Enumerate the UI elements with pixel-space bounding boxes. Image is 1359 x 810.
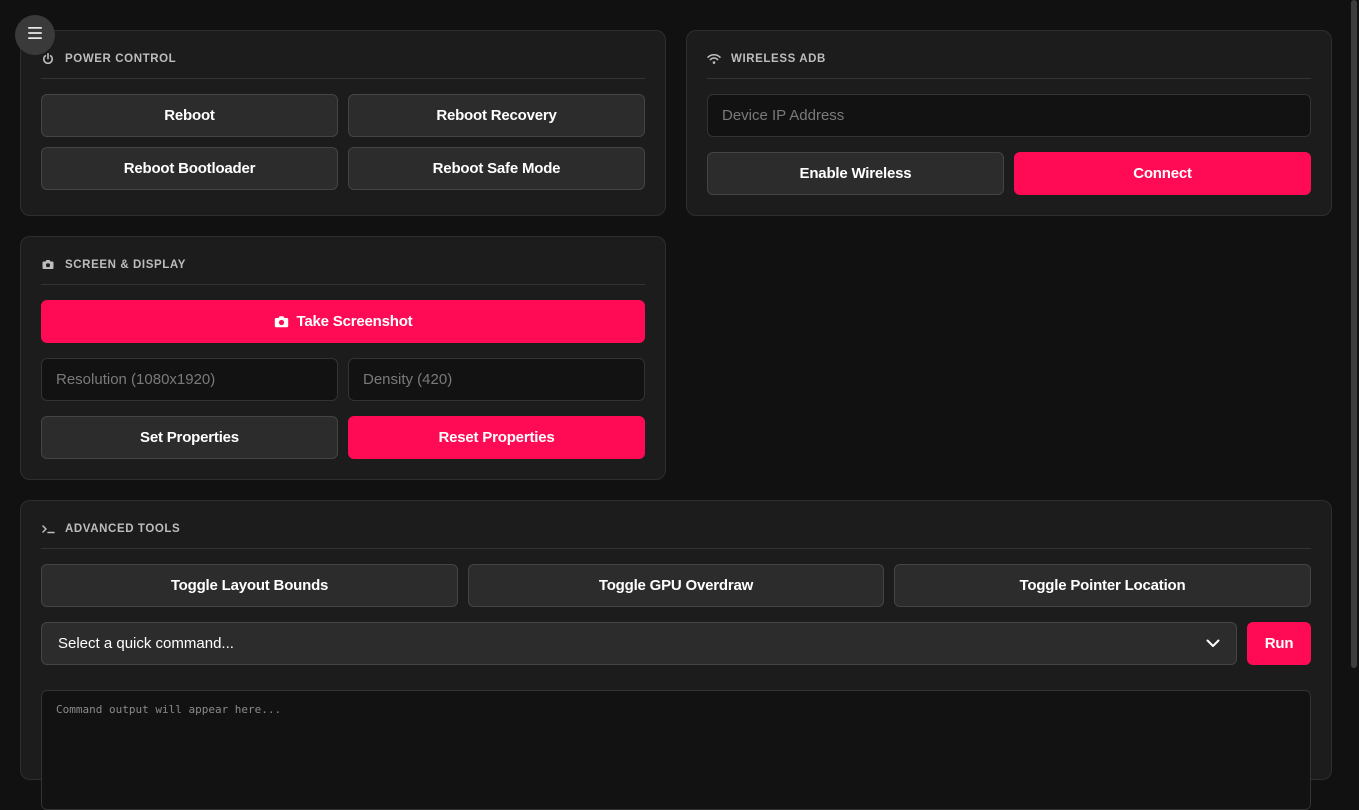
chevron-down-icon xyxy=(1206,639,1220,648)
run-label: Run xyxy=(1264,635,1294,652)
wifi-icon xyxy=(707,52,721,66)
terminal-icon xyxy=(41,522,55,536)
quick-command-select[interactable]: Select a quick command... xyxy=(41,622,1237,665)
resolution-input[interactable] xyxy=(41,358,338,401)
reset-properties-label: Reset Properties xyxy=(438,429,555,446)
advanced-tools-header: Advanced Tools xyxy=(41,501,1311,549)
reboot-recovery-label: Reboot Recovery xyxy=(436,107,557,124)
reboot-bootloader-button[interactable]: Reboot Bootloader xyxy=(41,147,338,190)
toggle-layout-bounds-label: Toggle Layout Bounds xyxy=(170,577,329,594)
toggle-pointer-location-button[interactable]: Toggle Pointer Location xyxy=(894,564,1311,607)
power-control-title: Power Control xyxy=(65,52,177,65)
reboot-label: Reboot xyxy=(164,107,215,124)
power-control-card: Power Control Reboot Reboot Recovery Reb… xyxy=(20,30,666,216)
enable-wireless-button[interactable]: Enable Wireless xyxy=(707,152,1004,195)
toggle-gpu-overdraw-label: Toggle GPU Overdraw xyxy=(598,577,754,594)
run-button[interactable]: Run xyxy=(1247,622,1311,665)
camera-icon xyxy=(41,258,55,272)
toggle-gpu-overdraw-button[interactable]: Toggle GPU Overdraw xyxy=(468,564,884,607)
power-control-header: Power Control xyxy=(41,31,645,79)
reboot-button[interactable]: Reboot xyxy=(41,94,338,137)
screen-display-header: Screen & Display xyxy=(41,237,645,285)
enable-wireless-label: Enable Wireless xyxy=(799,165,912,182)
command-output-placeholder: Command output will appear here... xyxy=(56,703,282,716)
wireless-adb-header: Wireless ADB xyxy=(707,31,1311,79)
menu-button[interactable] xyxy=(15,15,55,55)
density-input[interactable] xyxy=(348,358,645,401)
advanced-tools-card: Advanced Tools Toggle Layout Bounds Togg… xyxy=(20,500,1332,810)
reboot-safe-mode-label: Reboot Safe Mode xyxy=(432,160,561,177)
set-properties-label: Set Properties xyxy=(140,429,239,446)
command-output[interactable]: Command output will appear here... xyxy=(41,690,1311,810)
take-screenshot-button[interactable]: Take Screenshot xyxy=(41,300,645,343)
set-properties-button[interactable]: Set Properties xyxy=(41,416,338,459)
reboot-bootloader-label: Reboot Bootloader xyxy=(123,160,256,177)
wireless-adb-title: Wireless ADB xyxy=(731,52,826,65)
scrollbar-thumb[interactable] xyxy=(1351,0,1357,668)
reboot-safe-mode-button[interactable]: Reboot Safe Mode xyxy=(348,147,645,190)
connect-button[interactable]: Connect xyxy=(1014,152,1311,195)
power-icon xyxy=(41,52,55,66)
page-scrollbar[interactable] xyxy=(1349,0,1359,763)
screenshot-camera-icon xyxy=(274,315,289,328)
toggle-layout-bounds-button[interactable]: Toggle Layout Bounds xyxy=(41,564,458,607)
hamburger-menu-icon xyxy=(27,26,43,45)
device-ip-input[interactable] xyxy=(707,94,1311,137)
screen-display-card: Screen & Display Take Screenshot Set Pro… xyxy=(20,236,666,480)
advanced-tools-title: Advanced Tools xyxy=(65,522,181,535)
toggle-pointer-location-label: Toggle Pointer Location xyxy=(1019,577,1186,594)
take-screenshot-label: Take Screenshot xyxy=(296,313,413,330)
quick-command-value: Select a quick command... xyxy=(58,635,234,652)
screen-display-title: Screen & Display xyxy=(65,258,187,271)
reboot-recovery-button[interactable]: Reboot Recovery xyxy=(348,94,645,137)
connect-label: Connect xyxy=(1133,165,1192,182)
wireless-adb-card: Wireless ADB Enable Wireless Connect xyxy=(686,30,1332,216)
reset-properties-button[interactable]: Reset Properties xyxy=(348,416,645,459)
